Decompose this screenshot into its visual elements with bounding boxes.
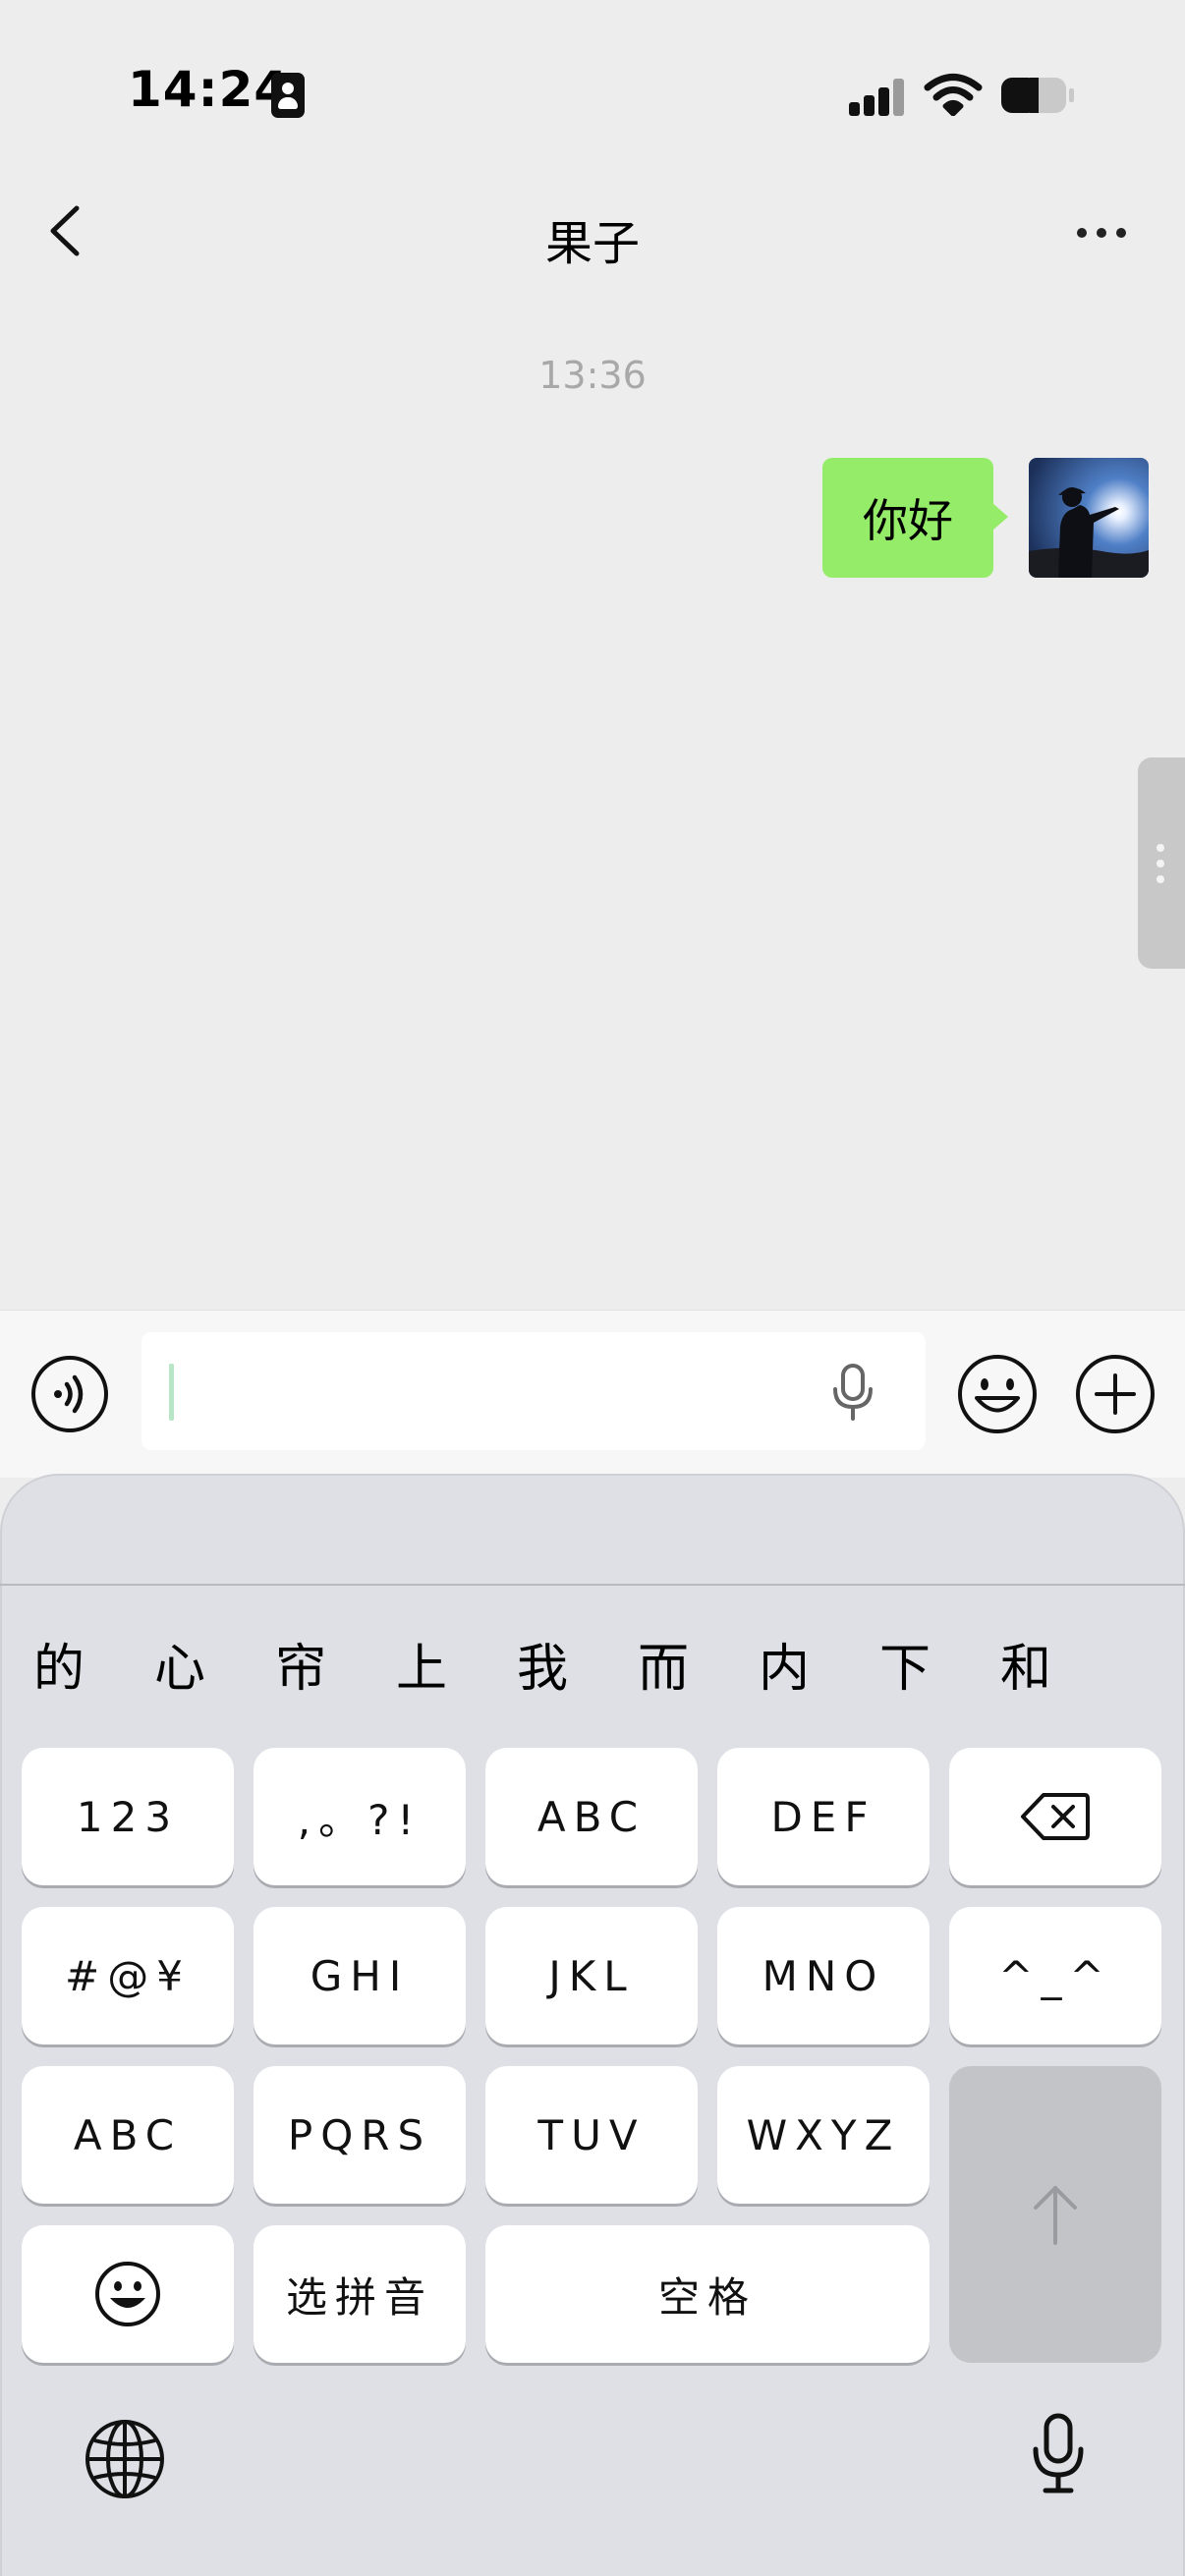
wifi-icon: [924, 74, 983, 116]
microphone-icon[interactable]: [1030, 2412, 1087, 2496]
candidate-bar: 的 心 帘 上 我 而 内 下 和: [0, 1627, 1185, 1706]
candidate[interactable]: 帘: [261, 1627, 340, 1701]
plus-icon[interactable]: [1075, 1354, 1156, 1434]
more-button[interactable]: [1071, 206, 1140, 255]
key-123[interactable]: 123: [22, 1748, 234, 1885]
key-tuv[interactable]: TUV: [485, 2066, 698, 2204]
chat-title: 果子: [544, 216, 640, 271]
emoji-icon: [95, 2262, 160, 2326]
candidate[interactable]: 心: [141, 1627, 219, 1701]
key-pqrs[interactable]: PQRS: [254, 2066, 466, 2204]
microphone-icon[interactable]: [827, 1362, 878, 1423]
key-def[interactable]: DEF: [717, 1748, 930, 1885]
candidate[interactable]: 内: [745, 1627, 823, 1701]
key-jkl[interactable]: JKL: [485, 1907, 698, 2044]
globe-icon[interactable]: [83, 2417, 167, 2501]
candidate[interactable]: 上: [382, 1627, 461, 1701]
backspace-icon: [1021, 1793, 1090, 1840]
candidate[interactable]: 我: [503, 1627, 582, 1701]
key-abc[interactable]: ABC: [485, 1748, 698, 1885]
key-kaomoji[interactable]: ^_^: [949, 1907, 1161, 2044]
key-select-pinyin[interactable]: 选拼音: [254, 2225, 466, 2363]
key-punctuation[interactable]: ,。?!: [254, 1748, 466, 1885]
voice-icon[interactable]: [30, 1355, 109, 1433]
candidate[interactable]: 的: [20, 1627, 98, 1701]
backspace-key[interactable]: [949, 1748, 1161, 1885]
status-time: 14:24: [128, 61, 290, 118]
text-cursor: [169, 1364, 174, 1421]
signal-icon: [849, 79, 906, 116]
key-ghi[interactable]: GHI: [254, 1907, 466, 2044]
emoji-key[interactable]: [22, 2225, 234, 2363]
id-card-icon: [271, 73, 305, 118]
candidate[interactable]: 而: [624, 1627, 703, 1701]
keyboard-divider: [0, 1584, 1185, 1586]
battery-icon: [1001, 78, 1074, 113]
avatar[interactable]: [1029, 458, 1149, 578]
key-english[interactable]: ABC: [22, 2066, 234, 2204]
side-panel-handle[interactable]: [1138, 757, 1185, 969]
candidate[interactable]: 下: [866, 1627, 944, 1701]
return-icon: [1034, 2186, 1077, 2245]
message-input[interactable]: [141, 1332, 926, 1450]
return-key[interactable]: [949, 2066, 1161, 2363]
message-bubble[interactable]: 你好: [822, 458, 1008, 578]
emoji-icon[interactable]: [957, 1354, 1038, 1434]
key-symbols[interactable]: #@¥: [22, 1907, 234, 2044]
key-mno[interactable]: MNO: [717, 1907, 930, 2044]
space-key[interactable]: 空格: [485, 2225, 930, 2363]
candidate[interactable]: 和: [987, 1627, 1065, 1701]
message-timestamp: 13:36: [538, 354, 647, 397]
key-wxyz[interactable]: WXYZ: [717, 2066, 930, 2204]
